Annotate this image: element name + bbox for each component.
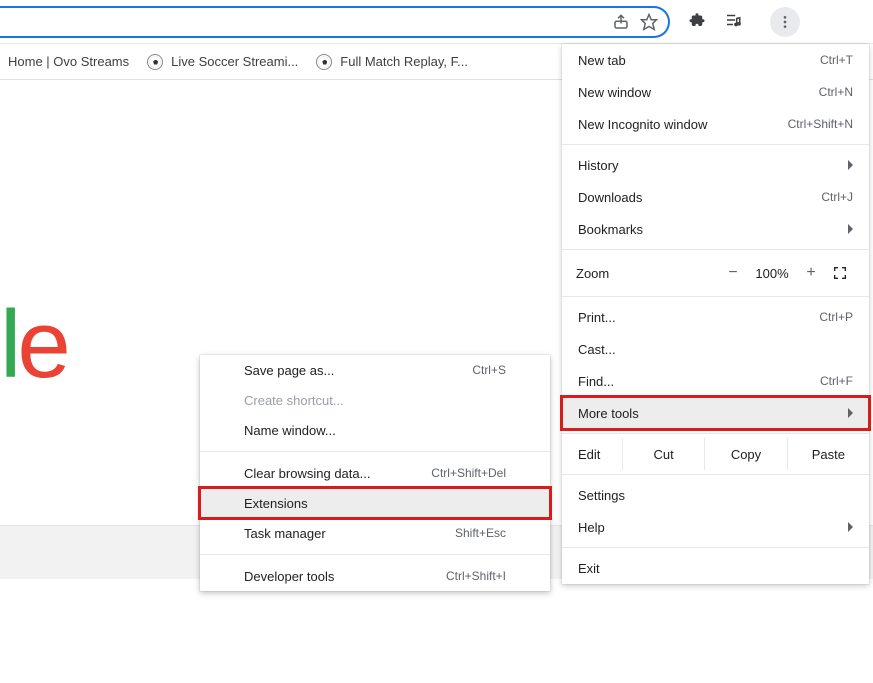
submenu-item-developer-tools[interactable]: Developer tools Ctrl+Shift+I — [200, 561, 550, 591]
menu-zoom-row: Zoom − 100% + — [562, 254, 869, 292]
bookmark-item[interactable]: Home | Ovo Streams — [8, 54, 129, 69]
share-icon[interactable] — [612, 13, 630, 31]
zoom-label: Zoom — [576, 266, 648, 281]
soccer-ball-icon — [316, 54, 332, 70]
menu-item-settings[interactable]: Settings — [562, 479, 869, 511]
menu-item-incognito[interactable]: New Incognito window Ctrl+Shift+N — [562, 108, 869, 140]
zoom-in-button[interactable]: + — [797, 264, 825, 282]
menu-item-find[interactable]: Find... Ctrl+F — [562, 365, 869, 397]
menu-separator — [200, 451, 550, 452]
menu-separator — [200, 554, 550, 555]
edit-copy-button[interactable]: Copy — [704, 438, 786, 470]
edit-cut-button[interactable]: Cut — [622, 438, 704, 470]
bookmark-label: Home | Ovo Streams — [8, 54, 129, 69]
menu-item-help[interactable]: Help — [562, 511, 869, 543]
puzzle-piece-icon[interactable] — [688, 11, 706, 32]
menu-item-bookmarks[interactable]: Bookmarks — [562, 213, 869, 245]
menu-edit-row: Edit Cut Copy Paste — [562, 438, 869, 470]
chrome-menu-button[interactable] — [770, 7, 800, 37]
menu-item-new-window[interactable]: New window Ctrl+N — [562, 76, 869, 108]
bookmark-item[interactable]: Live Soccer Streami... — [147, 54, 298, 70]
logo-letter-e: e — [17, 291, 66, 398]
bookmark-label: Full Match Replay, F... — [340, 54, 468, 69]
menu-item-history[interactable]: History — [562, 149, 869, 181]
menu-separator — [562, 296, 869, 297]
zoom-out-button[interactable]: − — [719, 264, 747, 282]
address-bar[interactable] — [0, 6, 670, 38]
media-control-icon[interactable] — [724, 11, 742, 32]
menu-item-exit[interactable]: Exit — [562, 552, 869, 584]
bookmark-item[interactable]: Full Match Replay, F... — [316, 54, 468, 70]
submenu-item-save-page[interactable]: Save page as... Ctrl+S — [200, 355, 550, 385]
menu-item-more-tools[interactable]: More tools — [562, 397, 869, 429]
menu-item-new-tab[interactable]: New tab Ctrl+T — [562, 44, 869, 76]
submenu-item-name-window[interactable]: Name window... — [200, 415, 550, 445]
chrome-main-menu: New tab Ctrl+T New window Ctrl+N New Inc… — [562, 44, 869, 584]
logo-letter-l: l — [0, 291, 17, 398]
menu-separator — [562, 547, 869, 548]
edit-label: Edit — [562, 438, 622, 470]
bookmark-label: Live Soccer Streami... — [171, 54, 298, 69]
zoom-level: 100% — [747, 266, 797, 281]
submenu-item-clear-data[interactable]: Clear browsing data... Ctrl+Shift+Del — [200, 458, 550, 488]
submenu-item-task-manager[interactable]: Task manager Shift+Esc — [200, 518, 550, 548]
bookmark-star-icon[interactable] — [640, 13, 658, 31]
google-logo-fragment: le — [0, 290, 67, 400]
menu-separator — [562, 144, 869, 145]
soccer-ball-icon — [147, 54, 163, 70]
more-tools-submenu: Save page as... Ctrl+S Create shortcut..… — [200, 355, 550, 591]
fullscreen-icon[interactable] — [825, 265, 855, 281]
submenu-item-extensions[interactable]: Extensions — [200, 488, 550, 518]
browser-toolbar — [0, 0, 873, 44]
edit-paste-button[interactable]: Paste — [787, 438, 869, 470]
menu-item-print[interactable]: Print... Ctrl+P — [562, 301, 869, 333]
menu-separator — [562, 249, 869, 250]
menu-item-downloads[interactable]: Downloads Ctrl+J — [562, 181, 869, 213]
menu-separator — [562, 474, 869, 475]
menu-separator — [562, 433, 869, 434]
menu-item-cast[interactable]: Cast... — [562, 333, 869, 365]
submenu-item-create-shortcut: Create shortcut... — [200, 385, 550, 415]
